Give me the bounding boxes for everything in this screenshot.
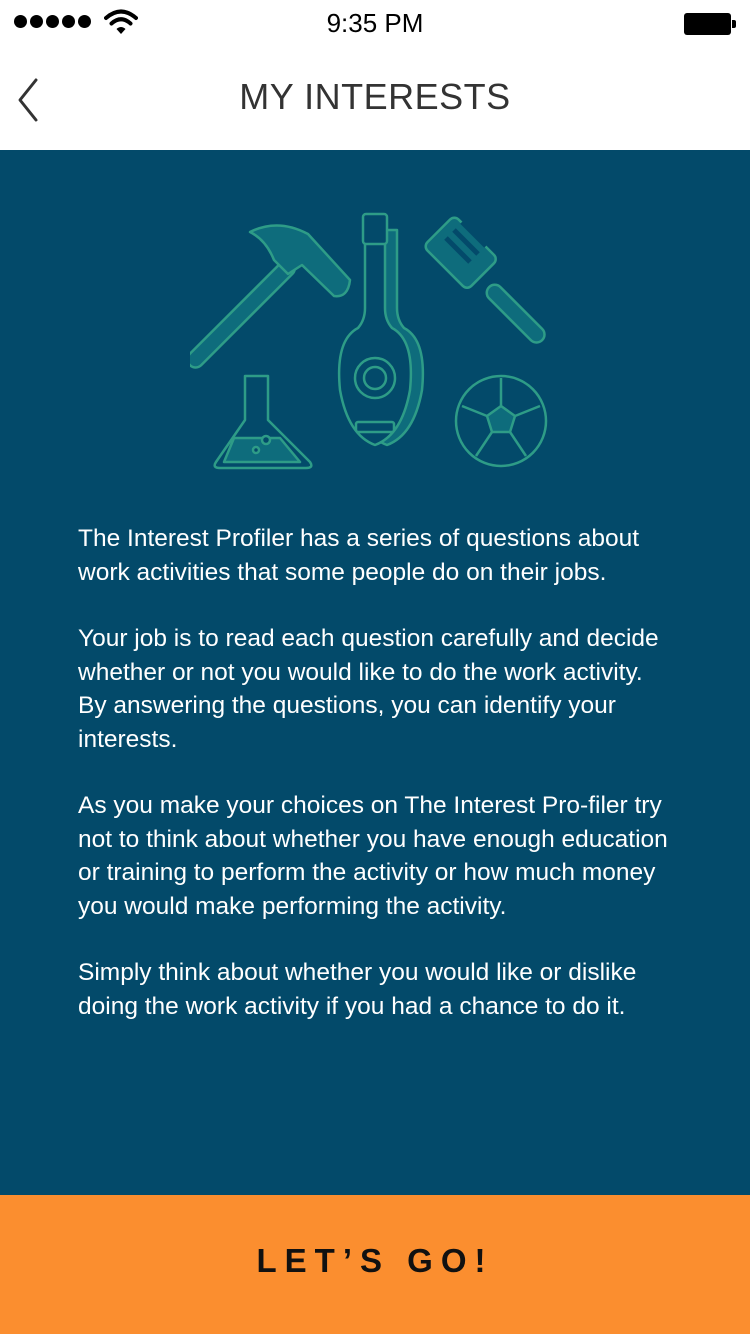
spatula-icon	[424, 216, 546, 344]
navigation-bar: MY INTERESTS	[0, 48, 750, 150]
page-title: MY INTERESTS	[239, 76, 511, 117]
intro-paragraph: Simply think about whether you would lik…	[78, 959, 637, 1020]
status-bar: 9:35 PM	[0, 0, 750, 48]
intro-text: The Interest Profiler has a series of qu…	[78, 522, 678, 1056]
interests-illustration	[190, 212, 548, 470]
lets-go-label: LET’S GO!	[256, 1242, 494, 1279]
intro-paragraph: Your job is to read each question carefu…	[78, 625, 659, 753]
guitar-icon	[337, 212, 425, 447]
flask-icon	[213, 374, 313, 470]
status-time: 9:35 PM	[326, 8, 424, 38]
intro-paragraph: As you make your choices on The Interest…	[78, 792, 668, 920]
intro-paragraph: The Interest Profiler has a series of qu…	[78, 525, 640, 586]
intro-content: The Interest Profiler has a series of qu…	[0, 150, 750, 1195]
lets-go-button[interactable]: LET’S GO!	[0, 1195, 750, 1334]
battery-icon	[684, 13, 736, 35]
hammer-icon	[190, 224, 352, 369]
soccer-ball-icon	[454, 374, 548, 468]
